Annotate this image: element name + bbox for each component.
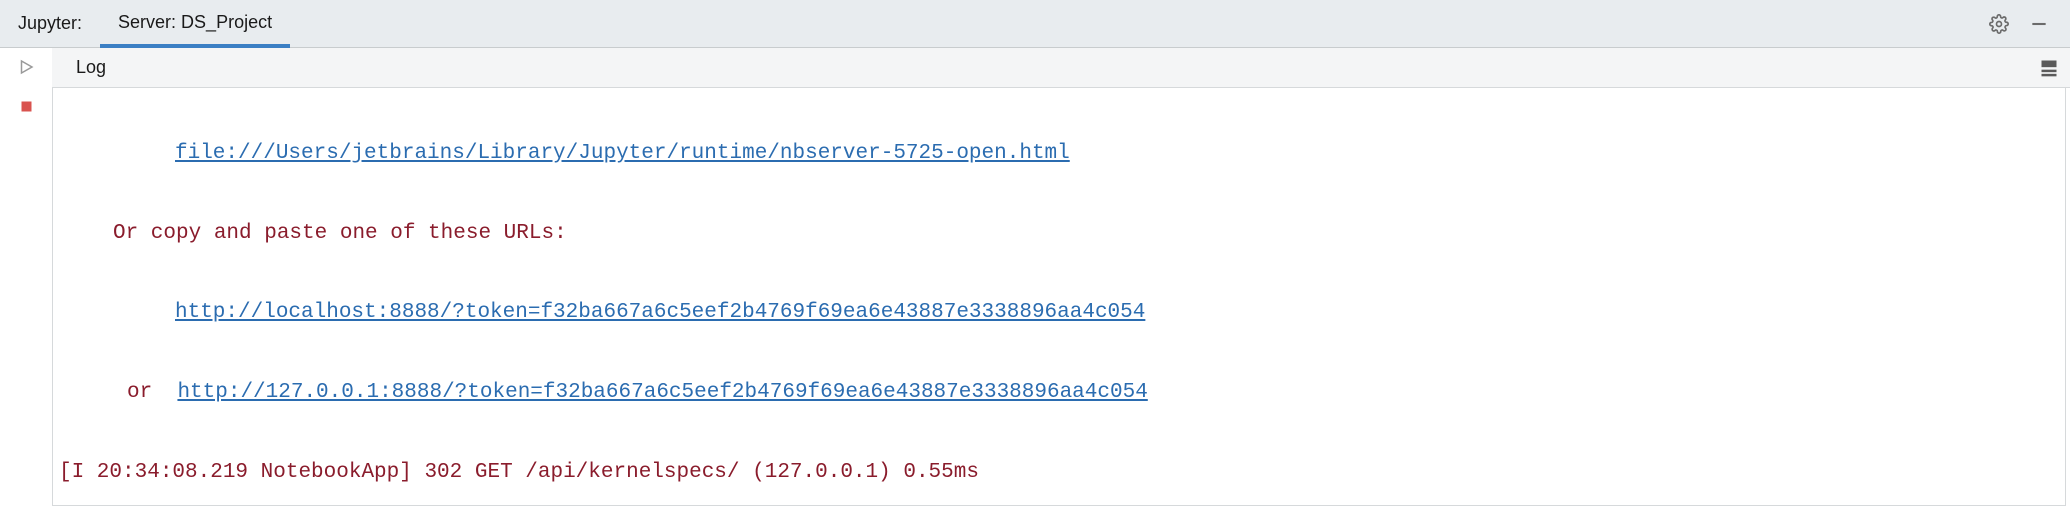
ip-url-link[interactable]: http://127.0.0.1:8888/?token=f32ba667a6c… <box>177 381 1147 404</box>
top-bar: Jupyter: Server: DS_Project <box>0 0 2070 48</box>
layout-toggle-icon[interactable] <box>2038 57 2060 79</box>
main-area: Log file:///Users/jetbrains/Library/Jupy… <box>0 48 2070 506</box>
stop-icon[interactable] <box>19 99 34 119</box>
log-line-link3: or http://127.0.0.1:8888/?token=f32ba667… <box>59 373 2059 413</box>
log-header-actions <box>2038 48 2070 88</box>
log-line-instruction: Or copy and paste one of these URLs: <box>59 214 2059 254</box>
gutter <box>0 48 52 506</box>
gear-icon[interactable] <box>1988 13 2010 35</box>
log-line-5: [I 20:34:08.219 NotebookApp] 302 GET /ap… <box>59 453 2059 493</box>
top-bar-right <box>1988 13 2058 35</box>
top-bar-left: Jupyter: Server: DS_Project <box>12 0 1988 47</box>
or-text: or <box>127 381 152 404</box>
log-content[interactable]: file:///Users/jetbrains/Library/Jupyter/… <box>52 88 2066 506</box>
play-icon[interactable] <box>17 58 35 81</box>
minimize-icon[interactable] <box>2028 13 2050 35</box>
log-line-link2: http://localhost:8888/?token=f32ba667a6c… <box>59 293 2059 333</box>
file-url-link[interactable]: file:///Users/jetbrains/Library/Jupyter/… <box>175 142 1070 165</box>
log-panel: Log file:///Users/jetbrains/Library/Jupy… <box>52 48 2070 506</box>
server-tab[interactable]: Server: DS_Project <box>100 0 290 48</box>
localhost-url-link[interactable]: http://localhost:8888/?token=f32ba667a6c… <box>175 301 1145 324</box>
log-line-link1: file:///Users/jetbrains/Library/Jupyter/… <box>59 134 2059 174</box>
jupyter-label: Jupyter: <box>12 0 100 47</box>
log-header: Log <box>52 48 2038 88</box>
log-header-row: Log <box>52 48 2070 88</box>
log-header-label: Log <box>76 57 106 78</box>
